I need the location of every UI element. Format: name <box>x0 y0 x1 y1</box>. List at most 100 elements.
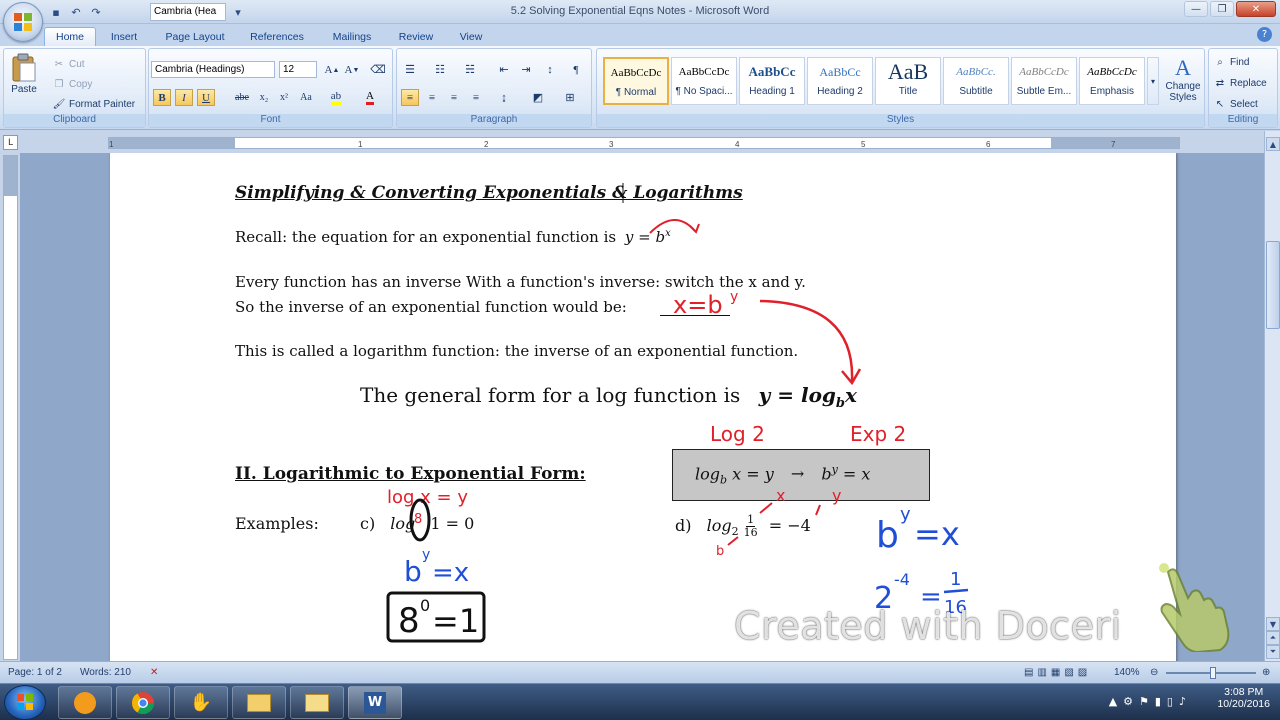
tab-mailings[interactable]: Mailings <box>322 27 382 46</box>
clock-time: 3:08 PM <box>1224 686 1264 698</box>
style-no-spacing[interactable]: AaBbCcDc ¶ No Spaci... <box>671 57 737 105</box>
clock[interactable]: 3:08 PM 10/20/2016 <box>1217 686 1270 710</box>
subscript-button[interactable]: x₂ <box>255 89 273 106</box>
paste-button[interactable]: Paste <box>10 53 38 95</box>
style-emphasis[interactable]: AaBbCcDc Emphasis <box>1079 57 1145 105</box>
tab-view[interactable]: View <box>450 27 492 46</box>
align-center-icon[interactable]: ≡ <box>423 89 441 106</box>
format-painter-button[interactable]: 🖌 Format Painter <box>52 97 136 111</box>
taskbar-app-media[interactable] <box>58 686 112 719</box>
vruler-margin <box>4 156 17 196</box>
red-swap-arc <box>649 219 696 234</box>
select-button[interactable]: ↖ Select <box>1213 97 1258 111</box>
tab-review[interactable]: Review <box>392 27 440 46</box>
windows-logo-icon <box>17 694 33 710</box>
paste-icon <box>12 53 36 82</box>
tab-page-layout[interactable]: Page Layout <box>158 27 232 46</box>
zoom-out-icon[interactable]: ⊖ <box>1150 667 1158 678</box>
proofing-icon[interactable]: ✕ <box>150 667 158 678</box>
close-button[interactable]: ✕ <box>1236 1 1276 17</box>
taskbar-app-doceri[interactable]: ✋ <box>174 686 228 719</box>
copy-button[interactable]: ❐ Copy <box>52 77 93 91</box>
clear-format-icon[interactable]: ⌫ <box>369 61 387 78</box>
blue-frac-num: 1 <box>950 569 961 590</box>
zoom-slider-thumb[interactable] <box>1210 667 1216 679</box>
taskbar-app-chrome[interactable] <box>116 686 170 719</box>
sort-icon[interactable]: ↕ <box>541 61 559 78</box>
horizontal-ruler[interactable]: 1 1 2 3 4 5 6 7 <box>108 137 1180 149</box>
scroll-up-icon[interactable]: ▲ <box>1266 137 1280 151</box>
italic-button[interactable]: I <box>175 89 193 106</box>
zoom-in-icon[interactable]: ⊕ <box>1262 667 1270 678</box>
scroll-thumb[interactable] <box>1266 241 1280 329</box>
document-area[interactable]: Simplifying & Converting Exponentials & … <box>20 153 1264 661</box>
tab-home[interactable]: Home <box>44 27 96 46</box>
change-case-button[interactable]: Aa <box>297 89 315 106</box>
taskbar-app-files[interactable] <box>290 686 344 719</box>
style-normal[interactable]: AaBbCcDc ¶ Normal <box>603 57 669 105</box>
highlight-icon[interactable]: ab <box>327 89 345 106</box>
style-heading-2[interactable]: AaBbCc Heading 2 <box>807 57 873 105</box>
next-page-icon[interactable]: ⏷ <box>1266 645 1280 659</box>
cursor-icon: ↖ <box>1215 98 1225 110</box>
page-count[interactable]: Page: 1 of 2 <box>8 667 62 678</box>
replace-button[interactable]: ⇄ Replace <box>1213 76 1267 90</box>
change-styles-button[interactable]: A Change Styles <box>1163 55 1203 103</box>
borders-icon[interactable]: ⊞ <box>561 89 579 106</box>
vertical-scrollbar[interactable]: ▲ ▼ ⏶ ⏷ <box>1264 131 1280 661</box>
underline-button[interactable]: U <box>197 89 215 106</box>
tab-insert[interactable]: Insert <box>100 27 148 46</box>
previous-page-icon[interactable]: ⏶ <box>1266 631 1280 645</box>
align-left-icon[interactable]: ≡ <box>401 89 419 106</box>
blue-d-base: b <box>876 515 899 556</box>
ruler-ticks: 1 1 2 3 4 5 6 7 <box>109 140 1116 148</box>
show-formatting-icon[interactable]: ¶ <box>567 61 585 78</box>
taskbar-app-explorer[interactable] <box>232 686 286 719</box>
scroll-down-icon[interactable]: ▼ <box>1266 617 1280 631</box>
numbering-icon[interactable]: ☷ <box>431 61 449 78</box>
view-buttons-icon[interactable]: ▤▥▦▧▨ <box>1024 667 1091 678</box>
red-answer: x=b <box>673 291 723 319</box>
find-button[interactable]: ⌕ Find <box>1213 55 1249 69</box>
folder-icon <box>247 693 271 712</box>
office-button[interactable] <box>3 2 43 42</box>
system-tray-icons[interactable]: ▲⚙⚑▮▯♪ <box>1109 695 1192 708</box>
strikethrough-button[interactable]: abe <box>233 89 251 106</box>
justify-icon[interactable]: ≡ <box>467 89 485 106</box>
align-right-icon[interactable]: ≡ <box>445 89 463 106</box>
style-title[interactable]: AaB Title <box>875 57 941 105</box>
increase-indent-icon[interactable]: ⇥ <box>517 61 535 78</box>
style-name: Title <box>898 86 918 97</box>
minimize-button[interactable]: — <box>1184 1 1208 17</box>
bold-button[interactable]: B <box>153 89 171 106</box>
tab-references[interactable]: References <box>242 27 312 46</box>
red-x-mark: x <box>776 486 785 505</box>
maximize-button[interactable]: ❐ <box>1210 1 1234 17</box>
replace-label: Replace <box>1230 77 1267 89</box>
taskbar-app-word[interactable]: W <box>348 686 402 719</box>
help-icon[interactable]: ? <box>1257 27 1272 42</box>
tab-selector-icon[interactable]: L <box>3 135 18 150</box>
cut-button[interactable]: ✂ Cut <box>52 57 85 71</box>
shading-icon[interactable]: ◩ <box>529 89 547 106</box>
start-button[interactable] <box>4 685 46 720</box>
font-name-box[interactable]: Cambria (Headings) <box>151 61 275 78</box>
doceri-watermark: Created with Doceri <box>734 604 1122 648</box>
word-count[interactable]: Words: 210 <box>80 667 131 678</box>
style-heading-1[interactable]: AaBbCc Heading 1 <box>739 57 805 105</box>
grow-font-button[interactable]: A ▲ <box>323 61 341 78</box>
paragraph-group-label: Paragraph <box>397 114 591 127</box>
multilevel-list-icon[interactable]: ☵ <box>461 61 479 78</box>
superscript-button[interactable]: x² <box>275 89 293 106</box>
document-page[interactable]: Simplifying & Converting Exponentials & … <box>110 153 1176 661</box>
bullets-icon[interactable]: ☰ <box>401 61 419 78</box>
style-subtitle[interactable]: AaBbCc. Subtitle <box>943 57 1009 105</box>
zoom-level[interactable]: 140% <box>1114 667 1140 678</box>
styles-scroll-icon[interactable]: ▾ <box>1147 57 1159 105</box>
shrink-font-button[interactable]: A ▼ <box>343 61 361 78</box>
font-size-box[interactable]: 12 <box>279 61 317 78</box>
line-spacing-icon[interactable]: ↨ <box>495 89 513 106</box>
font-color-icon[interactable]: A <box>361 89 379 106</box>
style-subtle-emphasis[interactable]: AaBbCcDc Subtle Em... <box>1011 57 1077 105</box>
decrease-indent-icon[interactable]: ⇤ <box>495 61 513 78</box>
